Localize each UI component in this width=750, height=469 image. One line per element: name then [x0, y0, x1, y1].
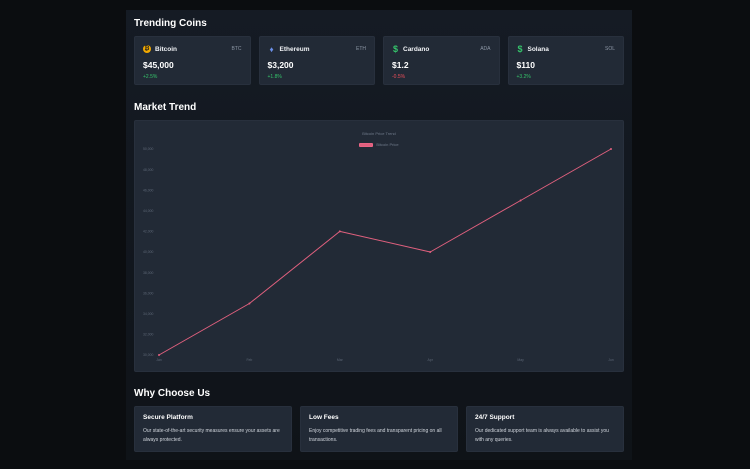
coin-price: $1.2 — [392, 60, 409, 70]
coin-name: Solana — [527, 45, 549, 53]
y-tick-label: 32,000 — [143, 333, 153, 337]
y-tick-label: 48,000 — [143, 168, 153, 172]
coin-card-solana[interactable]: $ Solana SOL $110 +3.2% — [507, 36, 624, 85]
feature-text: Our state-of-the-art security measures e… — [143, 428, 280, 443]
x-tick-label: Jun — [608, 358, 614, 362]
y-tick-label: 36,000 — [143, 291, 153, 295]
y-tick-label: 44,000 — [143, 209, 153, 213]
coin-symbol: ETH — [356, 46, 366, 52]
bitcoin-icon: ₿ — [143, 45, 151, 53]
data-point[interactable] — [610, 148, 612, 150]
series-line — [158, 148, 612, 356]
data-point[interactable] — [429, 251, 432, 253]
y-tick-label: 42,000 — [143, 230, 153, 234]
market-trend-title: Market Trend — [134, 102, 197, 113]
coin-symbol: BTC — [231, 46, 242, 52]
coin-change: -0.5% — [392, 74, 406, 80]
dollar-icon: $ — [517, 44, 523, 54]
data-point[interactable] — [519, 199, 522, 202]
coin-symbol: SOL — [604, 46, 615, 52]
y-tick-label: 30,000 — [143, 353, 153, 357]
why-choose-row: Secure Platform Our state-of-the-art sec… — [134, 406, 624, 454]
coin-symbol: ADA — [480, 46, 491, 52]
market-trend-chart: Bitcoin Price Trend Bitcoin Price 30,000… — [134, 120, 624, 372]
data-point[interactable] — [248, 302, 251, 305]
data-point[interactable] — [158, 354, 160, 356]
coin-price: $45,000 — [143, 60, 174, 70]
coin-card-ethereum[interactable]: ♦ Ethereum ETH $3,200 +1.8% — [258, 36, 375, 85]
coin-change: +3.2% — [516, 74, 531, 80]
coin-price: $3,200 — [267, 60, 294, 70]
y-tick-label: 34,000 — [143, 312, 153, 316]
trending-title: Trending Coins — [134, 18, 207, 29]
dashboard-page: Trending Coins ₿ Bitcoin BTC $45,000 +2.… — [126, 10, 632, 460]
feature-card-secure: Secure Platform Our state-of-the-art sec… — [134, 406, 292, 452]
line-chart: 30,000 32,000 34,000 36,000 38,000 40,000 42,0… — [143, 147, 614, 362]
x-tick-label: Feb — [246, 358, 252, 362]
x-tick-label: Mar — [337, 358, 344, 362]
coin-change: +1.8% — [267, 74, 282, 80]
y-tick-label: 40,000 — [143, 250, 153, 254]
coin-card-cardano[interactable]: $ Cardano ADA $1.2 -0.5% — [383, 36, 500, 85]
y-tick-label: 38,000 — [143, 271, 153, 275]
x-tick-label: May — [517, 358, 524, 362]
why-choose-title: Why Choose Us — [134, 388, 211, 399]
coin-price: $110 — [516, 60, 535, 70]
ethereum-icon: ♦ — [269, 44, 274, 54]
feature-text: Our dedicated support team is always ava… — [475, 428, 609, 443]
coin-name: Bitcoin — [155, 45, 178, 53]
coin-card-bitcoin[interactable]: ₿ Bitcoin BTC $45,000 +2.5% — [134, 36, 251, 85]
data-point[interactable] — [338, 230, 341, 233]
coin-change: +2.5% — [143, 74, 158, 80]
y-tick-label: 46,000 — [143, 188, 153, 192]
feature-card-support: 24/7 Support Our dedicated support team … — [466, 406, 624, 452]
y-tick-label: 50,000 — [143, 147, 153, 151]
x-tick-label: Apr — [428, 358, 434, 362]
feature-title: Secure Platform — [143, 414, 193, 421]
coin-name: Cardano — [403, 45, 430, 53]
feature-text: Enjoy competitive trading fees and trans… — [309, 428, 442, 443]
trending-coins-row: ₿ Bitcoin BTC $45,000 +2.5% ♦ Ethereum E… — [134, 36, 624, 86]
x-tick-label: Jan — [156, 358, 162, 362]
dollar-icon: $ — [392, 44, 398, 54]
coin-name: Ethereum — [279, 45, 310, 53]
feature-card-fees: Low Fees Enjoy competitive trading fees … — [300, 406, 458, 452]
feature-title: 24/7 Support — [475, 414, 515, 421]
feature-title: Low Fees — [309, 414, 339, 421]
